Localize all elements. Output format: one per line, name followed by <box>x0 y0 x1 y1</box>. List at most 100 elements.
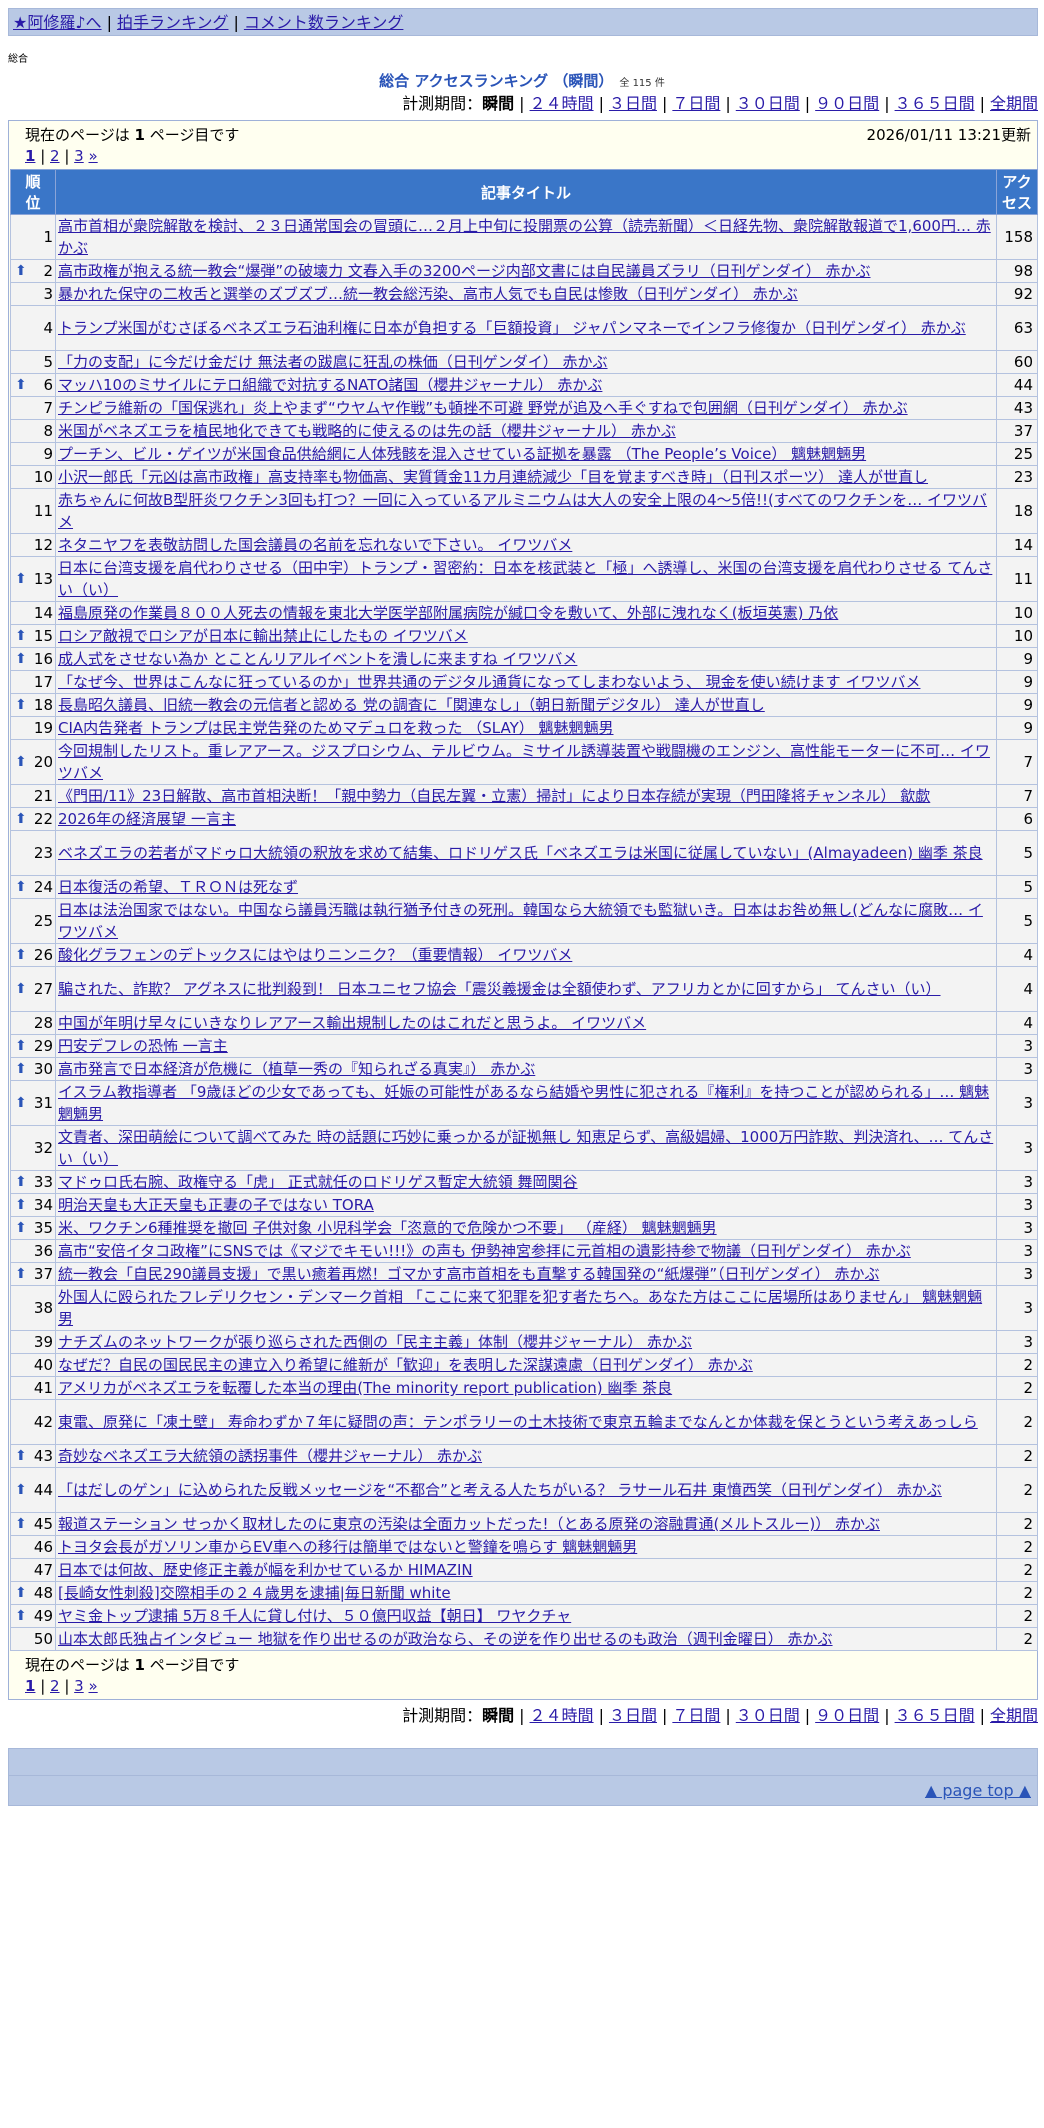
article-title-link[interactable]: プーチン、ビル・ゲイツが米国食品供給網に人体残骸を混入させている証拠を暴露 （T… <box>58 445 866 463</box>
article-title-link[interactable]: マドゥロ氏右腕、政権守る「虎」 正式就任のロドリゲス暫定大統領 舞岡関谷 <box>58 1173 578 1191</box>
period-option-link[interactable]: 全期間 <box>990 94 1038 113</box>
rank-cell: ⬆ 22 <box>10 807 56 831</box>
article-title-link[interactable]: 中国が年明け早々にいきなりレアアース輸出規制したのはこれだと思うよ。 イワツバメ <box>58 1014 646 1032</box>
period-option-link[interactable]: ３６５日間 <box>895 1706 975 1725</box>
period-separator: | <box>979 94 985 113</box>
article-title-link[interactable]: 日本は法治国家ではない。中国なら議員汚職は執行猶予付きの死刑。韓国なら大統領でも… <box>58 901 983 941</box>
period-separator: | <box>884 94 890 113</box>
article-title-link[interactable]: トヨタ会長がガソリン車からEV車への移行は簡単ではないと警鐘を鳴らす 魑魅魍魎男 <box>58 1538 637 1556</box>
next-page-link[interactable]: » <box>89 1677 98 1695</box>
article-title-link[interactable]: 小沢一郎氏「元凶は高市政権」高支持率も物価高、実質賃金11カ月連続減少「目を覚ま… <box>58 468 928 486</box>
title-cell: 高市“安倍イタコ政権”にSNSでは《マジでキモい!!!》の声も 伊勢神宮参拝に元… <box>55 1239 997 1263</box>
access-count: 9 <box>996 647 1038 671</box>
page-link[interactable]: 2 <box>50 147 60 165</box>
article-title-link[interactable]: 日本復活の希望、ＴＲＯＮは死なず <box>58 878 298 896</box>
article-title-link[interactable]: 山本太郎氏独占インタビュー 地獄を作り出せるのが政治なら、その逆を作り出せるのも… <box>58 1630 833 1648</box>
article-title-link[interactable]: 赤ちゃんに何故B型肝炎ワクチン3回も打つ？一回に入っているアルミニウムは大人の安… <box>58 491 987 531</box>
table-row: 10 小沢一郎氏「元凶は高市政権」高支持率も物価高、実質賃金11カ月連続減少「目を… <box>10 465 1038 489</box>
article-title-link[interactable]: 福島原発の作業員８００人死去の情報を東北大学医学部附属病院が緘口令を敷いて、外部… <box>58 604 838 622</box>
article-title-link[interactable]: ヤミ金トップ逮捕 5万８千人に貸し付け、５０億円収益【朝日】 ワヤクチャ <box>58 1607 571 1625</box>
article-title-link[interactable]: 成人式をさせない為か とことんリアルイベントを潰しに来ますね イワツバメ <box>58 650 577 668</box>
title-cell: なぜだ？自民の国民民主の連立入り希望に維新が「歓迎」を表明した深謀遠慮（日刊ゲン… <box>55 1353 997 1377</box>
article-title-link[interactable]: CIA内告発者 トランプは民主党告発のためマデュロを救った （SLAY） 魑魅魍… <box>58 719 614 737</box>
article-title-link[interactable]: [長崎女性刺殺]交際相手の２４歳男を逮捕|毎日新聞 white <box>58 1584 451 1602</box>
period-option-link[interactable]: ３０日間 <box>736 1706 800 1725</box>
table-row: ⬆ 33 マドゥロ氏右腕、政権守る「虎」 正式就任のロドリゲス暫定大統領 舞岡関谷 3 <box>10 1170 1038 1194</box>
article-title-link[interactable]: 明治天皇も大正天皇も正妻の子ではない TORA <box>58 1196 374 1214</box>
rank-cell: ⬆ 26 <box>10 943 56 967</box>
article-title-link[interactable]: 「なぜ今、世界はこんなに狂っているのか」世界共通のデジタル通貨になってしまわない… <box>58 673 920 691</box>
article-title-link[interactable]: トランプ米国がむさぼるベネズエラ石油利権に日本が負担する「巨額投資」 ジャパンマ… <box>58 319 966 337</box>
period-option-link[interactable]: ３０日間 <box>736 94 800 113</box>
page-top-link[interactable]: ▲ page top ▲ <box>925 1781 1031 1800</box>
page-link[interactable]: 2 <box>50 1677 60 1695</box>
period-option-link[interactable]: ７日間 <box>672 1706 720 1725</box>
home-link[interactable]: ★阿修羅♪へ <box>13 13 102 32</box>
article-title-link[interactable]: 統一教会「自民290議員支援」で黒い癒着再燃！ゴマかす高市首相をも直撃する韓国発… <box>58 1265 879 1283</box>
access-count: 2 <box>996 1512 1038 1536</box>
article-title-link[interactable]: 酸化グラフェンのデトックスにはやはりニンニク？（重要情報） イワツバメ <box>58 946 572 964</box>
article-title-link[interactable]: 奇妙なベネズエラ大統領の誘拐事件（櫻井ジャーナル） 赤かぶ <box>58 1447 482 1465</box>
period-option-link[interactable]: ３日間 <box>609 1706 657 1725</box>
rank-cell: 39 <box>10 1330 56 1354</box>
page-link[interactable]: 3 <box>74 147 84 165</box>
period-option-link[interactable]: 全期間 <box>990 1706 1038 1725</box>
article-title-link[interactable]: ナチズムのネットワークが張り巡らされた西側の「民主主義」体制（櫻井ジャーナル） … <box>58 1333 692 1351</box>
table-row: ⬆ 13 日本に台湾支援を肩代わりさせる（田中宇）トランプ・習密約：日本を核武装と「… <box>10 556 1038 602</box>
article-title-link[interactable]: 「力の支配」に今だけ金だけ 無法者の跋扈に狂乱の株価（日刊ゲンダイ） 赤かぶ <box>58 353 608 371</box>
clap-ranking-link[interactable]: 拍手ランキング <box>117 13 229 32</box>
rank-number: 27 <box>33 980 53 998</box>
article-title-link[interactable]: 高市“安倍イタコ政権”にSNSでは《マジでキモい!!!》の声も 伊勢神宮参拝に元… <box>58 1242 911 1260</box>
article-title-link[interactable]: 東電、原発に「凍土壁」 寿命わずか７年に疑問の声：テンポラリーの土木技術で東京五… <box>58 1413 978 1431</box>
rank-number: 34 <box>33 1196 53 1214</box>
period-option-link[interactable]: ３６５日間 <box>895 94 975 113</box>
period-option-link[interactable]: ３日間 <box>609 94 657 113</box>
article-title-link[interactable]: ロシア敵視でロシアが日本に輸出禁止にしたもの イワツバメ <box>58 627 468 645</box>
article-title-link[interactable]: ネタニヤフを表敬訪問した国会議員の名前を忘れないで下さい。 イワツバメ <box>58 536 572 554</box>
article-title-link[interactable]: 米、ワクチン6種推奨を撤回 子供対象 小児科学会「恣意的で危険かつ不要」 （産経… <box>58 1219 717 1237</box>
article-title-link[interactable]: 《門田/11》23日解散、高市首相決断！「親中勢力（自民左翼・立憲）掃討」により… <box>58 787 930 805</box>
period-option-link[interactable]: ９０日間 <box>815 94 879 113</box>
article-title-link[interactable]: 2026年の経済展望 一言主 <box>58 810 236 828</box>
article-title-link[interactable]: 長島昭久議員、旧統一教会の元信者と認める 党の調査に「関連なし」（朝日新聞デジタ… <box>58 696 765 714</box>
article-title-link[interactable]: イスラム教指導者 「9歳ほどの少女であっても、妊娠の可能性があるなら結婚や男性に… <box>58 1083 989 1123</box>
access-count: 5 <box>996 875 1038 899</box>
comment-ranking-link[interactable]: コメント数ランキング <box>244 13 404 32</box>
article-title-link[interactable]: 高市発言で日本経済が危機に（植草一秀の『知られざる真実』） 赤かぶ <box>58 1060 535 1078</box>
article-title-link[interactable]: 文責者、深田萌絵について調べてみた 時の話題に巧妙に乗っかるが証拠無し 知恵足ら… <box>58 1128 993 1168</box>
period-option-link[interactable]: ２４時間 <box>530 94 594 113</box>
period-option-link[interactable]: ９０日間 <box>815 1706 879 1725</box>
table-row: ⬆ 6 マッハ10のミサイルにテロ組織で対抗するNATO諸国（櫻井ジャーナル） 赤か… <box>10 373 1038 397</box>
next-page-link[interactable]: » <box>89 147 98 165</box>
period-option-link[interactable]: ２４時間 <box>530 1706 594 1725</box>
article-title-link[interactable]: 暴かれた保守の二枚舌と選挙のズブズブ…統一教会総汚染、高市人気でも自民は惨敗（日… <box>58 285 798 303</box>
article-title-link[interactable]: 日本では何故、歴史修正主義が幅を利かせているか HIMAZIN <box>58 1561 473 1579</box>
period-option-link[interactable]: ７日間 <box>672 94 720 113</box>
article-title-link[interactable]: 「はだしのゲン」に込められた反戦メッセージを“不都合”と考える人たちがいる？ ラ… <box>58 1481 942 1499</box>
article-title-link[interactable]: チンピラ維新の「国保逃れ」炎上やまず“ウヤムヤ作戦”も頓挫不可避 野党が追及へ手… <box>58 399 908 417</box>
page-link[interactable]: 1 <box>25 1677 35 1695</box>
article-title-link[interactable]: アメリカがベネズエラを転覆した本当の理由(The minority report… <box>58 1379 672 1397</box>
access-count: 3 <box>996 1034 1038 1058</box>
access-count: 9 <box>996 716 1038 740</box>
article-title-link[interactable]: 今回規制したリスト。重レアアース。ジスプロシウム、テルビウム。ミサイル誘導装置や… <box>58 742 990 782</box>
title-cell: プーチン、ビル・ゲイツが米国食品供給網に人体残骸を混入させている証拠を暴露 （T… <box>55 442 997 466</box>
article-title-link[interactable]: 円安デフレの恐怖 一言主 <box>58 1037 228 1055</box>
article-title-link[interactable]: 高市首相が衆院解散を検討、２３日通常国会の冒頭に…２月上中旬に投開票の公算（読売… <box>58 217 991 257</box>
rank-number: 12 <box>33 536 53 554</box>
rank-up-arrow-icon: ⬆ <box>15 879 27 895</box>
article-title-link[interactable]: 報道ステーション せっかく取材したのに東京の汚染は全面カットだった!（とある原発… <box>58 1515 880 1533</box>
article-title-link[interactable]: 日本に台湾支援を肩代わりさせる（田中宇）トランプ・習密約：日本を核武装と「極」へ… <box>58 559 992 599</box>
article-title-link[interactable]: ベネズエラの若者がマドゥロ大統領の釈放を求めて結集、ロドリゲス氏「ベネズエラは米… <box>58 844 983 862</box>
article-title-link[interactable]: 高市政権が抱える統一教会“爆弾”の破壊力 文春入手の3200ページ内部文書には自… <box>58 262 871 280</box>
article-title-link[interactable]: 騙された、詐欺？ アグネスに批判殺到！ 日本ユニセフ協会「震災義援金は全額使わず… <box>58 980 941 998</box>
rank-number: 40 <box>33 1356 53 1374</box>
page-link[interactable]: 3 <box>74 1677 84 1695</box>
rank-number: 41 <box>33 1379 53 1397</box>
article-title-link[interactable]: 外国人に殴られたフレデリクセン・デンマーク首相 「ここに来て犯罪を犯す者たちへ。… <box>58 1288 982 1328</box>
article-title-link[interactable]: マッハ10のミサイルにテロ組織で対抗するNATO諸国（櫻井ジャーナル） 赤かぶ <box>58 376 602 394</box>
title-cell: 「力の支配」に今だけ金だけ 無法者の跋扈に狂乱の株価（日刊ゲンダイ） 赤かぶ <box>55 350 997 374</box>
article-title-link[interactable]: なぜだ？自民の国民民主の連立入り希望に維新が「歓迎」を表明した深謀遠慮（日刊ゲン… <box>58 1356 753 1374</box>
article-title-link[interactable]: 米国がベネズエラを植民地化できても戦略的に使えるのは先の話（櫻井ジャーナル） 赤… <box>58 422 676 440</box>
page-link[interactable]: 1 <box>25 147 35 165</box>
